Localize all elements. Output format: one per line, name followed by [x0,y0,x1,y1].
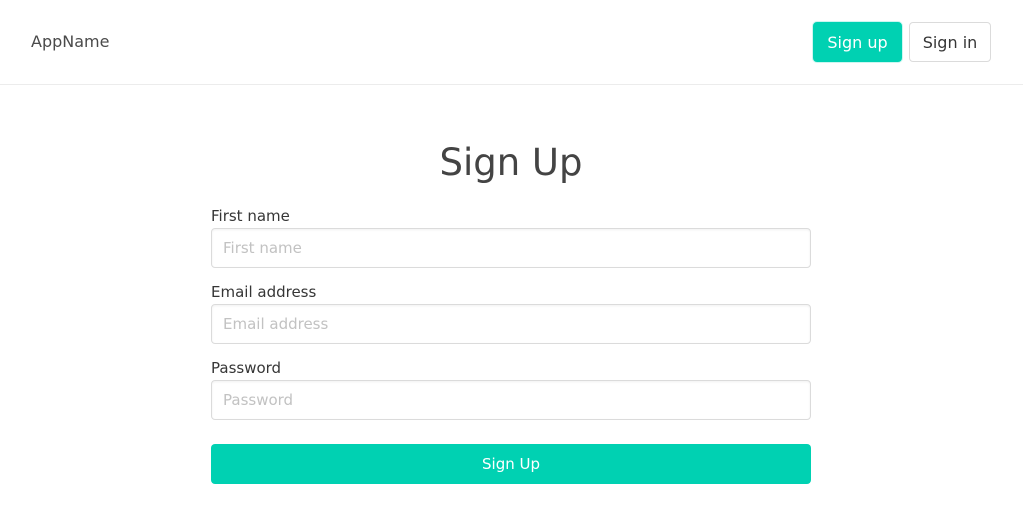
email-input[interactable] [211,304,811,344]
first-name-input[interactable] [211,228,811,268]
nav-signin-button[interactable]: Sign in [909,22,991,62]
email-label: Email address [211,283,317,301]
password-label: Password [211,359,282,377]
page-title: Sign Up [439,141,583,184]
signup-submit-button[interactable]: Sign Up [211,444,811,484]
nav-signup-button[interactable]: Sign up [813,22,902,62]
brand-name[interactable]: AppName [31,32,109,52]
first-name-label: First name [211,207,290,225]
password-input[interactable] [211,380,811,420]
top-navbar: AppName Sign up Sign in [0,0,1023,85]
